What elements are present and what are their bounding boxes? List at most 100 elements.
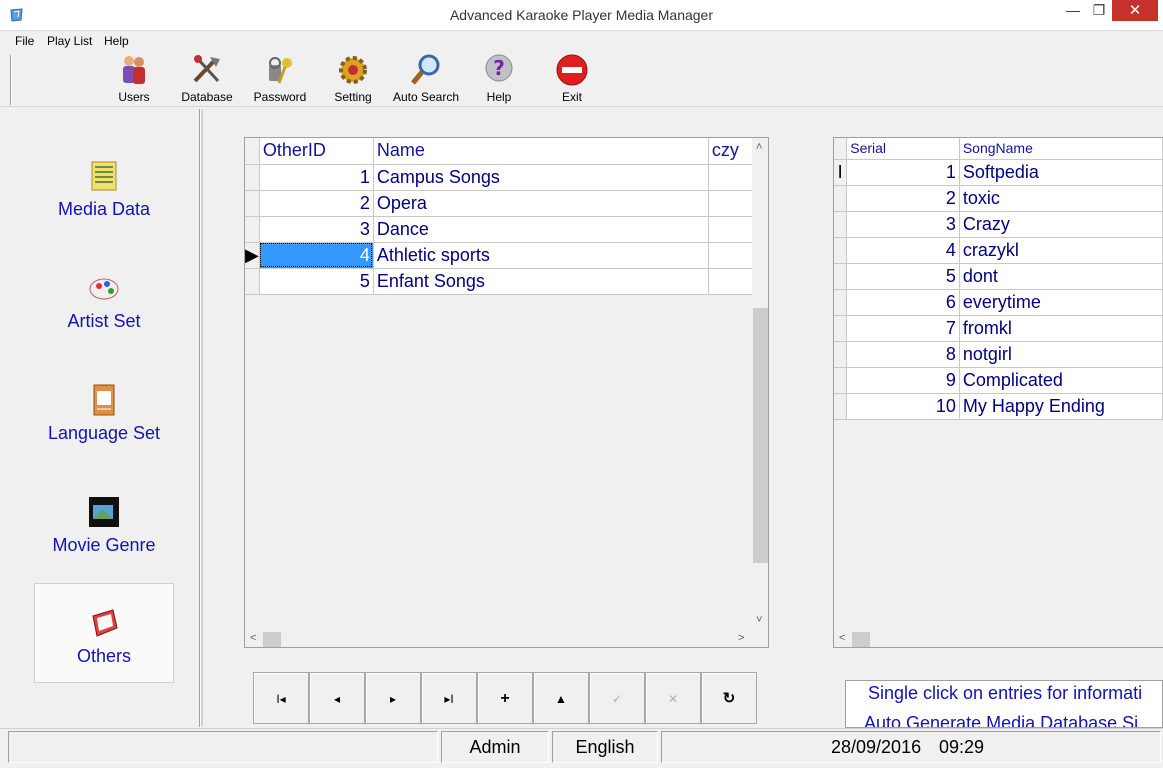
close-button[interactable]: ✕ xyxy=(1112,0,1158,21)
cell-serial[interactable]: 1 xyxy=(846,159,960,186)
cell-czy[interactable] xyxy=(708,242,754,269)
row-indicator xyxy=(834,263,848,290)
scroll-left-arrow-icon[interactable]: < xyxy=(839,632,845,644)
scrollbar-thumb[interactable] xyxy=(753,308,768,563)
cell-name[interactable]: Dance xyxy=(373,216,709,243)
cell-songname[interactable]: everytime xyxy=(959,289,1163,316)
menu-play-list[interactable]: Play List xyxy=(47,34,92,48)
scroll-up-arrow-icon[interactable]: ˄ xyxy=(756,141,762,153)
scrollbar-thumb[interactable] xyxy=(263,632,281,647)
minimize-button[interactable]: — xyxy=(1060,0,1086,21)
cell-serial[interactable]: 8 xyxy=(846,341,960,368)
table-row[interactable]: 1 Campus Songs xyxy=(245,164,754,191)
refresh-record-button[interactable]: ↻ xyxy=(701,672,757,724)
table-row[interactable]: 3 Dance xyxy=(245,216,754,243)
cell-serial[interactable]: 5 xyxy=(846,263,960,290)
cell-songname[interactable]: My Happy Ending xyxy=(959,393,1163,420)
nav-artist-set[interactable]: Artist Set xyxy=(34,271,174,371)
table-row[interactable]: 3 Crazy xyxy=(834,211,1163,238)
cell-serial[interactable]: 9 xyxy=(846,367,960,394)
column-header-name[interactable]: Name xyxy=(373,138,709,165)
cell-songname[interactable]: Complicated xyxy=(959,367,1163,394)
cell-name[interactable]: Athletic sports xyxy=(373,242,709,269)
cell-songname[interactable]: toxic xyxy=(959,185,1163,212)
table-row[interactable]: 2 toxic xyxy=(834,185,1163,212)
table-row[interactable]: 4 crazykl xyxy=(834,237,1163,264)
cell-czy[interactable] xyxy=(708,164,754,191)
table-row[interactable]: 5 Enfant Songs xyxy=(245,268,754,295)
nav-media-data[interactable]: Media Data xyxy=(34,159,174,259)
scroll-right-arrow-icon[interactable]: > xyxy=(738,632,744,644)
cell-songname[interactable]: notgirl xyxy=(959,341,1163,368)
prior-record-button[interactable]: ◂ xyxy=(309,672,365,724)
panel-divider xyxy=(199,109,201,727)
column-header-serial[interactable]: Serial xyxy=(846,138,960,160)
cell-name[interactable]: Opera xyxy=(373,190,709,217)
column-header-czy[interactable]: czy xyxy=(708,138,754,165)
table-row[interactable]: 7 fromkl xyxy=(834,315,1163,342)
next-record-button[interactable]: ▸ xyxy=(365,672,421,724)
delete-record-button[interactable]: ▲ xyxy=(533,672,589,724)
cell-serial[interactable]: 6 xyxy=(846,289,960,316)
cell-songname[interactable]: Crazy xyxy=(959,211,1163,238)
table-row[interactable]: 6 everytime xyxy=(834,289,1163,316)
menu-help[interactable]: Help xyxy=(104,34,129,48)
cell-name[interactable]: Enfant Songs xyxy=(373,268,709,295)
maximize-button[interactable]: ❐ xyxy=(1086,0,1112,21)
songs-grid[interactable]: Serial SongName I 1 Softpedia 2 toxic 3 … xyxy=(833,137,1163,648)
horizontal-scrollbar[interactable]: < xyxy=(834,631,1163,647)
setting-button[interactable]: Setting xyxy=(318,51,388,106)
cell-otherid-selected[interactable]: 4 xyxy=(259,242,374,269)
cell-otherid[interactable]: 5 xyxy=(259,268,374,295)
post-record-button[interactable]: ✓ xyxy=(589,672,645,724)
cell-otherid[interactable]: 3 xyxy=(259,216,374,243)
cell-serial[interactable]: 10 xyxy=(846,393,960,420)
help-button[interactable]: ? Help xyxy=(464,51,534,106)
cell-czy[interactable] xyxy=(708,190,754,217)
last-record-button[interactable]: ▸I xyxy=(421,672,477,724)
cell-songname[interactable]: Softpedia xyxy=(959,159,1163,186)
horizontal-scrollbar[interactable]: < > xyxy=(245,631,752,647)
scrollbar-thumb[interactable] xyxy=(852,632,870,647)
cell-otherid[interactable]: 2 xyxy=(259,190,374,217)
column-header-songname[interactable]: SongName xyxy=(959,138,1163,160)
menu-file[interactable]: File xyxy=(15,34,34,48)
cancel-record-button[interactable]: ✕ xyxy=(645,672,701,724)
insert-record-button[interactable]: + xyxy=(477,672,533,724)
password-button[interactable]: Password xyxy=(245,51,315,106)
cell-czy[interactable] xyxy=(708,216,754,243)
vertical-scrollbar[interactable]: ˄ ˅ xyxy=(752,138,768,631)
table-row[interactable]: 9 Complicated xyxy=(834,367,1163,394)
database-button[interactable]: Database xyxy=(172,51,242,106)
cell-songname[interactable]: fromkl xyxy=(959,315,1163,342)
column-header-otherid[interactable]: OtherID xyxy=(259,138,374,165)
nav-language-set[interactable]: Language Set xyxy=(34,383,174,483)
cell-serial[interactable]: 7 xyxy=(846,315,960,342)
cell-serial[interactable]: 3 xyxy=(846,211,960,238)
nav-movie-genre[interactable]: Movie Genre xyxy=(34,495,174,595)
table-row[interactable]: 8 notgirl xyxy=(834,341,1163,368)
cell-songname[interactable]: crazykl xyxy=(959,237,1163,264)
scroll-down-arrow-icon[interactable]: ˅ xyxy=(756,614,762,626)
others-grid[interactable]: OtherID Name czy 1 Campus Songs 2 Opera … xyxy=(244,137,769,648)
table-row-current[interactable]: ▶ 4 Athletic sports xyxy=(245,242,754,269)
language-set-icon xyxy=(93,384,115,416)
table-row[interactable]: 2 Opera xyxy=(245,190,754,217)
password-icon xyxy=(269,57,292,84)
cell-songname[interactable]: dont xyxy=(959,263,1163,290)
cell-otherid[interactable]: 1 xyxy=(259,164,374,191)
first-record-button[interactable]: I◂ xyxy=(253,672,309,724)
cell-czy[interactable] xyxy=(708,268,754,295)
exit-button[interactable]: Exit xyxy=(537,51,607,106)
table-row[interactable]: 10 My Happy Ending xyxy=(834,393,1163,420)
status-date: 28/09/2016 xyxy=(831,737,922,757)
scroll-left-arrow-icon[interactable]: < xyxy=(250,632,256,644)
table-row[interactable]: 5 dont xyxy=(834,263,1163,290)
auto-search-button[interactable]: Auto Search xyxy=(391,51,461,106)
users-button[interactable]: Users xyxy=(99,51,169,106)
nav-others[interactable]: Others xyxy=(34,583,174,683)
cell-serial[interactable]: 2 xyxy=(846,185,960,212)
cell-serial[interactable]: 4 xyxy=(846,237,960,264)
cell-name[interactable]: Campus Songs xyxy=(373,164,709,191)
table-row-current[interactable]: I 1 Softpedia xyxy=(834,159,1163,186)
